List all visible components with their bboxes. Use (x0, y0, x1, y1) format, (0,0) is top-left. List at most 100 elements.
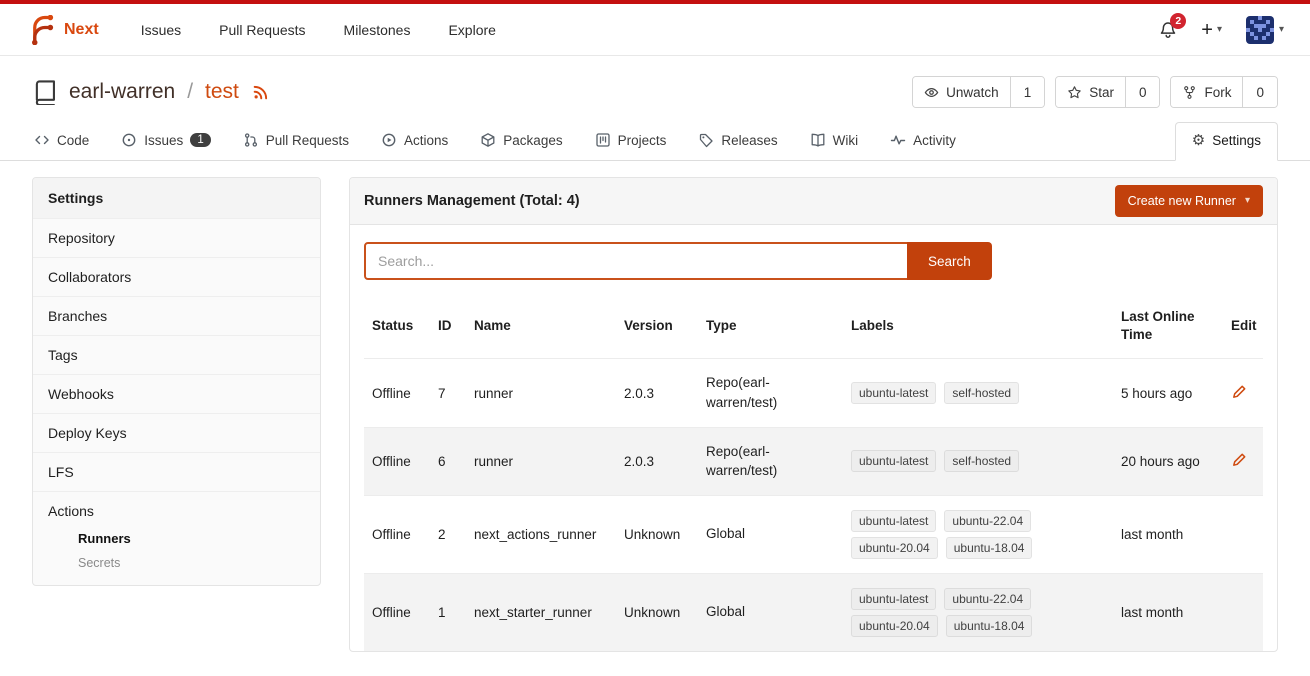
tab-settings[interactable]: ⚙ Settings (1175, 122, 1278, 161)
sidebar-item-webhooks[interactable]: Webhooks (33, 374, 320, 413)
brand-home-link[interactable]: Next (26, 15, 99, 45)
header-id: ID (430, 294, 466, 359)
top-navbar: Next Issues Pull Requests Milestones Exp… (0, 4, 1310, 56)
runners-panel-header: Runners Management (Total: 4) Create new… (350, 178, 1277, 225)
unwatch-label: Unwatch (946, 85, 999, 100)
header-status: Status (364, 294, 430, 359)
repo-owner-link[interactable]: earl-warren (69, 80, 175, 104)
runner-name-cell: next_actions_runner (466, 495, 616, 573)
runner-label-badge: ubuntu-latest (851, 510, 936, 532)
create-new-dropdown[interactable]: + ▾ (1201, 20, 1222, 40)
fork-label: Fork (1204, 85, 1231, 100)
notifications-button[interactable]: 2 (1159, 21, 1177, 39)
tab-actions[interactable]: Actions (379, 122, 450, 160)
sidebar-item-repository[interactable]: Repository (33, 218, 320, 257)
tab-code[interactable]: Code (32, 122, 91, 160)
repo-tabbar: Code Issues 1 Pull Requests Actions Pack… (0, 122, 1310, 161)
runner-edit-cell (1223, 495, 1263, 573)
fork-button[interactable]: Fork (1171, 77, 1242, 107)
eye-icon (924, 85, 939, 100)
star-icon (1067, 85, 1082, 100)
package-icon (480, 132, 496, 148)
repo-name-link[interactable]: test (205, 80, 239, 104)
sidebar-item-branches[interactable]: Branches (33, 296, 320, 335)
repo-title: earl-warren / test (32, 79, 269, 105)
sidebar-item-collaborators[interactable]: Collaborators (33, 257, 320, 296)
runner-id-cell: 2 (430, 495, 466, 573)
pencil-icon (1231, 452, 1247, 468)
runner-type-cell: Repo(earl-warren/test) (698, 427, 843, 495)
runner-status-cell: Offline (364, 359, 430, 427)
runner-version-cell: Unknown (616, 573, 698, 651)
user-menu-dropdown[interactable]: ▾ (1246, 16, 1284, 44)
actions-icon (381, 132, 397, 148)
runner-type-text: Repo(earl-warren/test) (706, 442, 826, 481)
runner-status-cell: Offline (364, 573, 430, 651)
tab-activity[interactable]: Activity (888, 122, 958, 160)
forks-count[interactable]: 0 (1242, 77, 1277, 107)
header-version: Version (616, 294, 698, 359)
forgejo-logo-icon (26, 15, 56, 45)
runner-labels-cell: ubuntu-latestubuntu-22.04ubuntu-20.04ubu… (843, 573, 1113, 651)
nav-item-explore[interactable]: Explore (448, 22, 495, 38)
stars-count[interactable]: 0 (1125, 77, 1160, 107)
tab-projects[interactable]: Projects (593, 122, 669, 160)
page-title: Runners Management (Total: 4) (364, 193, 580, 209)
runners-panel-body: Search Status ID Name Version Type Label… (350, 225, 1277, 651)
nav-links: Issues Pull Requests Milestones Explore (141, 22, 496, 38)
edit-runner-button[interactable] (1231, 384, 1247, 400)
runners-panel: Runners Management (Total: 4) Create new… (349, 177, 1278, 652)
search-input[interactable] (364, 242, 909, 280)
edit-runner-button[interactable] (1231, 452, 1247, 468)
unwatch-button[interactable]: Unwatch (913, 77, 1010, 107)
runner-type-text: Global (706, 524, 745, 544)
rss-feed-button[interactable] (252, 84, 269, 101)
runner-type-cell: Repo(earl-warren/test) (698, 359, 843, 427)
runner-id-cell: 6 (430, 427, 466, 495)
nav-item-issues[interactable]: Issues (141, 22, 181, 38)
create-runner-label: Create new Runner (1128, 194, 1236, 208)
tab-packages[interactable]: Packages (478, 122, 564, 160)
runner-label-badge: ubuntu-latest (851, 450, 936, 472)
nav-item-pull-requests[interactable]: Pull Requests (219, 22, 305, 38)
tab-issues[interactable]: Issues 1 (119, 122, 212, 160)
star-button[interactable]: Star (1056, 77, 1125, 107)
runner-label-badge: self-hosted (944, 450, 1019, 472)
sidebar-item-tags[interactable]: Tags (33, 335, 320, 374)
chevron-down-icon: ▾ (1245, 196, 1250, 206)
sidebar-item-lfs[interactable]: LFS (33, 452, 320, 491)
runner-name-cell: runner (466, 359, 616, 427)
create-runner-button[interactable]: Create new Runner ▾ (1115, 185, 1263, 217)
header-edit: Edit (1223, 294, 1263, 359)
navbar-right: 2 + ▾ (1159, 16, 1284, 44)
runner-edit-cell (1223, 427, 1263, 495)
tag-icon (698, 132, 714, 148)
runner-labels-cell: ubuntu-latest self-hosted (843, 359, 1113, 427)
tab-label: Packages (503, 133, 562, 148)
avatar-identicon (1246, 16, 1274, 44)
runner-status-cell: Offline (364, 495, 430, 573)
tab-releases[interactable]: Releases (696, 122, 779, 160)
tab-label: Code (57, 133, 89, 148)
sidebar-item-runners[interactable]: Runners (48, 526, 305, 551)
runner-status-cell: Offline (364, 427, 430, 495)
search-button[interactable]: Search (907, 242, 992, 280)
rss-icon (252, 84, 269, 101)
runner-search-form: Search (364, 242, 1263, 280)
watchers-count[interactable]: 1 (1010, 77, 1045, 107)
tab-pull-requests[interactable]: Pull Requests (241, 122, 351, 160)
runner-label-badge: ubuntu-latest (851, 382, 936, 404)
sidebar-item-actions[interactable]: Actions Runners Secrets (33, 491, 320, 585)
sidebar-item-deploy-keys[interactable]: Deploy Keys (33, 413, 320, 452)
sidebar-item-secrets[interactable]: Secrets (48, 551, 305, 575)
runner-edit-cell (1223, 573, 1263, 651)
repo-action-buttons: Unwatch 1 Star 0 (912, 76, 1278, 108)
tab-label: Activity (913, 133, 956, 148)
runner-label-badge: self-hosted (944, 382, 1019, 404)
chevron-down-icon: ▾ (1279, 25, 1284, 35)
chevron-down-icon: ▾ (1217, 25, 1222, 35)
runner-version-cell: Unknown (616, 495, 698, 573)
gear-icon: ⚙ (1192, 133, 1205, 148)
tab-wiki[interactable]: Wiki (808, 122, 861, 160)
nav-item-milestones[interactable]: Milestones (344, 22, 411, 38)
